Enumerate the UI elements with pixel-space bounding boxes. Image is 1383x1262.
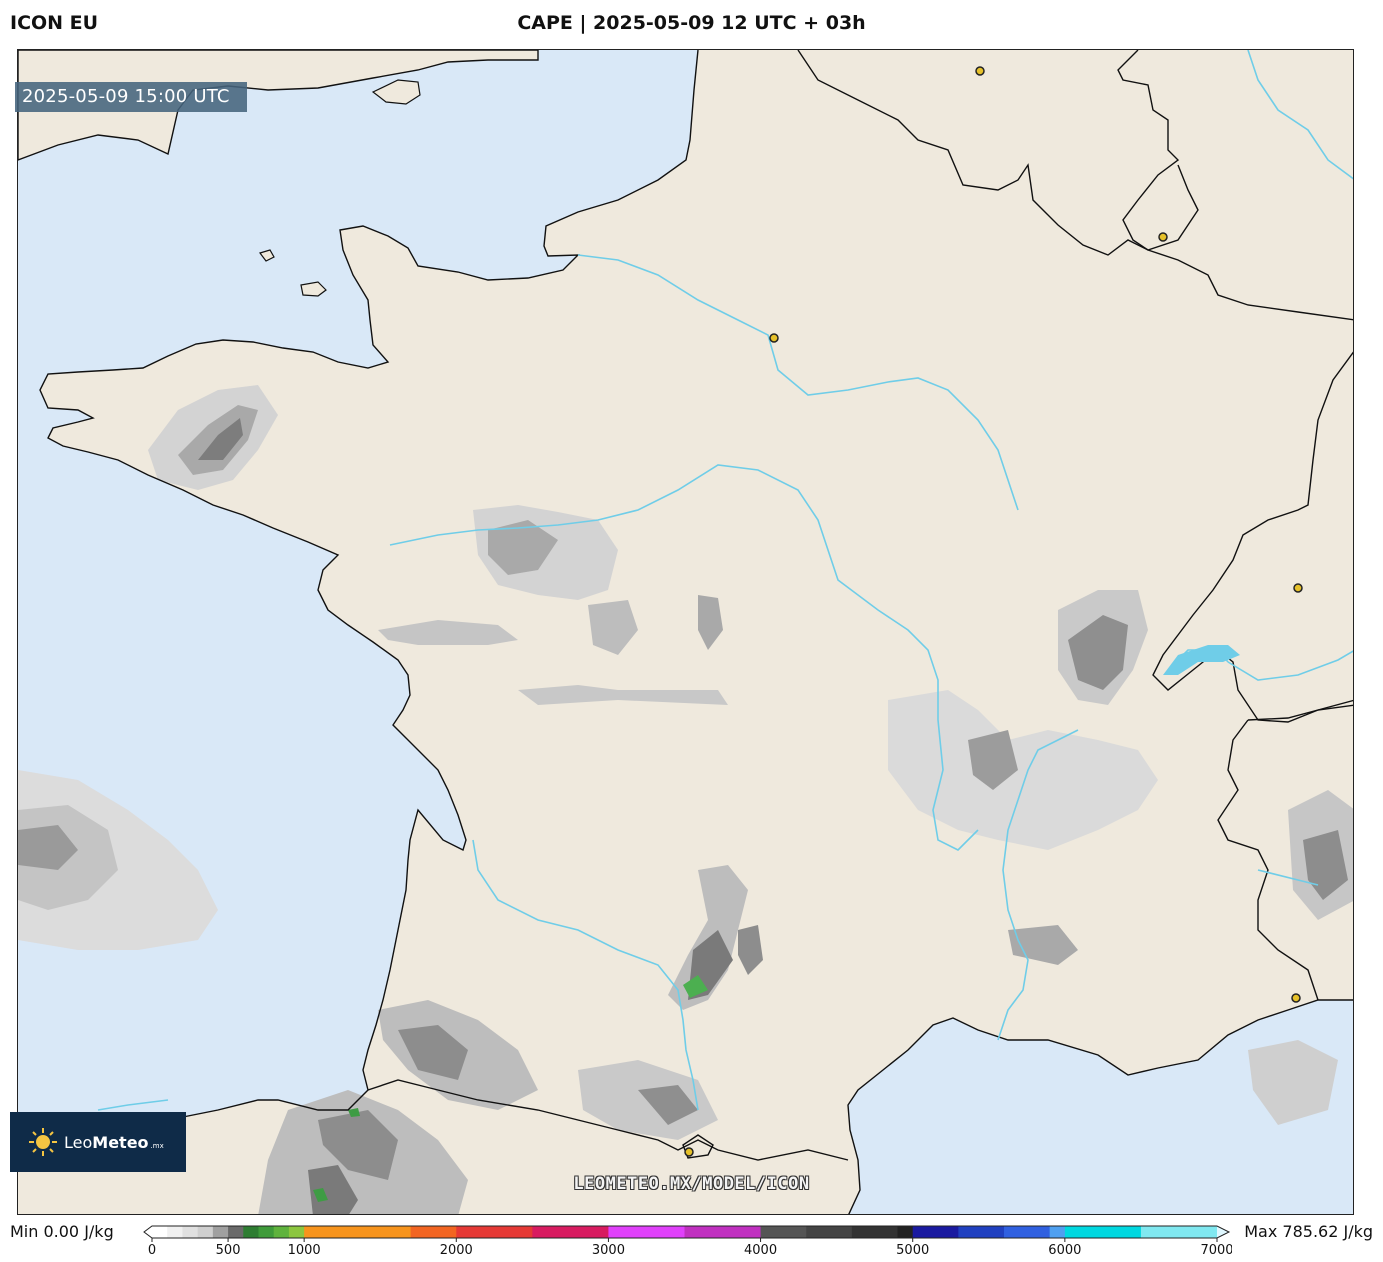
logo-text-suffix: .mx <box>150 1141 164 1150</box>
cape-map <box>18 50 1353 1214</box>
logo-text: LeoMeteo .mx <box>64 1133 164 1152</box>
colorbar: 0 500 1000 2000 3000 4000 5000 6000 7000 <box>143 1225 1232 1258</box>
colorbar-segment <box>958 1226 1005 1238</box>
colorbar-segment <box>304 1226 381 1238</box>
colorbar-tick-label: 3000 <box>592 1243 625 1258</box>
colorbar-max-label: Max 785.62 J/kg <box>1244 1222 1373 1241</box>
colorbar-segment <box>806 1226 853 1238</box>
map-panel <box>17 49 1354 1215</box>
city-marker <box>975 66 985 76</box>
colorbar-segment <box>288 1226 305 1238</box>
colorbar-segment <box>1004 1226 1051 1238</box>
colorbar-tick-label: 7000 <box>1200 1243 1232 1258</box>
colorbar-min-label: Min 0.00 J/kg <box>10 1222 114 1241</box>
colorbar-tick-label: 4000 <box>744 1243 777 1258</box>
colorbar-ticks: 0 500 1000 2000 3000 4000 5000 6000 7000 <box>148 1238 1232 1258</box>
colorbar-segment <box>1049 1226 1066 1238</box>
colorbar-segment <box>228 1226 244 1238</box>
colorbar-segment <box>152 1226 168 1238</box>
colorbar-segment <box>851 1226 898 1238</box>
colorbar-segment <box>456 1226 533 1238</box>
sun-icon <box>29 1128 57 1156</box>
city-marker <box>769 333 779 343</box>
city-marker <box>684 1147 694 1157</box>
colorbar-max-extend <box>1217 1226 1229 1238</box>
colorbar-segment <box>380 1226 412 1238</box>
colorbar-tick-label: 5000 <box>896 1243 929 1258</box>
colorbar-segment <box>897 1226 914 1238</box>
logo-text-leo: Leo <box>64 1132 93 1152</box>
colorbar-segment <box>1140 1226 1218 1238</box>
colorbar-segment <box>608 1226 685 1238</box>
map-title: CAPE | 2025-05-09 12 UTC + 03h <box>517 12 866 34</box>
colorbar-segment <box>167 1226 183 1238</box>
colorbar-tick-label: 2000 <box>440 1243 473 1258</box>
logo-text-meteo: Meteo <box>92 1132 149 1152</box>
colorbar-segments <box>144 1226 1229 1238</box>
colorbar-segment <box>243 1226 259 1238</box>
colorbar-tick-label: 0 <box>148 1243 156 1258</box>
leometeo-logo[interactable]: LeoMeteo .mx <box>10 1112 186 1172</box>
city-marker <box>1291 993 1301 1003</box>
colorbar-segment <box>273 1226 290 1238</box>
city-marker <box>1293 583 1303 593</box>
colorbar-segment <box>258 1226 275 1238</box>
colorbar-tick-label: 1000 <box>288 1243 321 1258</box>
colorbar-segment <box>182 1226 199 1238</box>
colorbar-tick-label: 6000 <box>1048 1243 1081 1258</box>
site-watermark: LEOMETEO.MX/MODEL/ICON <box>573 1174 810 1194</box>
colorbar-segment <box>760 1226 807 1238</box>
colorbar-segment <box>912 1226 959 1238</box>
colorbar-segment <box>197 1226 214 1238</box>
colorbar-min-extend <box>144 1226 152 1238</box>
colorbar-tick-label: 500 <box>216 1243 241 1258</box>
valid-time-label: 2025-05-09 15:00 UTC <box>15 82 247 112</box>
colorbar-segment <box>410 1226 457 1238</box>
colorbar-segment <box>684 1226 762 1238</box>
colorbar-segment <box>1064 1226 1142 1238</box>
colorbar-segment <box>532 1226 609 1238</box>
colorbar-segment <box>212 1226 229 1238</box>
city-marker <box>1158 232 1168 242</box>
